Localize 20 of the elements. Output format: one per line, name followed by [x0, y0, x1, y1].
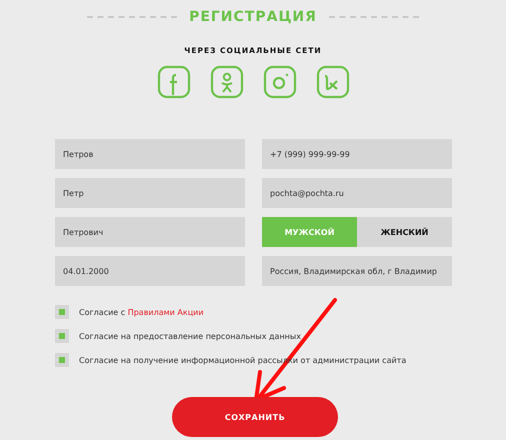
gender-option[interactable]: ЖЕНСКИЙ: [357, 217, 452, 247]
input-field[interactable]: +7 (999) 999-99-99: [262, 139, 452, 169]
checkbox[interactable]: [55, 353, 69, 367]
input-field[interactable]: Петр: [55, 178, 245, 208]
input-field[interactable]: Петров: [55, 139, 245, 169]
input-field[interactable]: Петрович: [55, 217, 245, 247]
page-title: РЕГИСТРАЦИЯ: [189, 9, 317, 25]
input-field[interactable]: Россия, Владимирская обл, г Владимир: [262, 256, 452, 286]
checkbox[interactable]: [55, 329, 69, 343]
input-field[interactable]: 04.01.2000: [55, 256, 245, 286]
input-field[interactable]: pochta@pochta.ru: [262, 178, 452, 208]
rules-link[interactable]: Правилами Акции: [128, 308, 204, 316]
odnoklassniki-icon[interactable]: [210, 65, 244, 99]
vk-icon[interactable]: [316, 65, 350, 99]
instagram-icon[interactable]: [262, 65, 296, 99]
checkbox[interactable]: [55, 305, 69, 319]
facebook-icon[interactable]: [156, 65, 190, 99]
consent-text: Согласие с Правилами Акции: [79, 308, 204, 316]
save-button[interactable]: СОХРАНИТЬ: [172, 397, 338, 437]
consent-text: Согласие на предоставление персональных данных: [79, 332, 301, 340]
